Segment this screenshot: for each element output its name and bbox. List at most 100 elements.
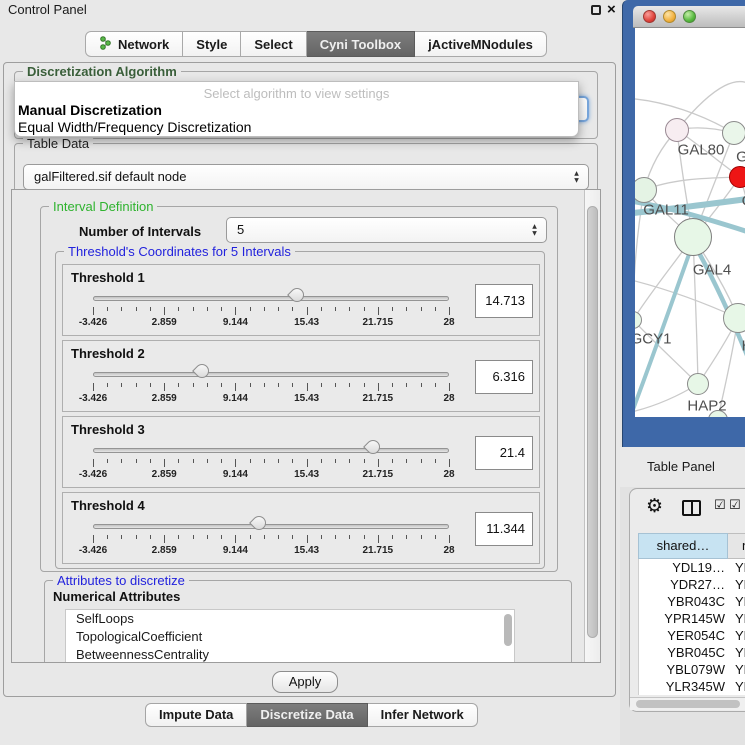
network-node[interactable] [729, 166, 745, 188]
tick-mark [193, 383, 194, 387]
checkbox-icon[interactable]: ☑ [714, 498, 726, 513]
tick-label: 2.859 [152, 317, 177, 328]
slider-thumb[interactable] [363, 437, 383, 457]
cell-shared-name: YBR043C [639, 593, 725, 610]
tick-mark [421, 535, 422, 539]
threshold-value-field[interactable]: 14.713 [475, 284, 533, 318]
minimize-traffic-light-icon[interactable] [663, 10, 676, 23]
tick-mark [378, 535, 379, 543]
tick-mark [221, 383, 222, 387]
tick-mark [207, 307, 208, 311]
tick-mark [136, 383, 137, 387]
table-row[interactable]: YER054CYER0 [639, 627, 745, 644]
columns-icon[interactable] [682, 500, 701, 516]
slider-thumb[interactable] [249, 513, 269, 533]
number-of-intervals-combo[interactable]: 5 ▲▼ [226, 217, 547, 243]
network-node[interactable] [665, 118, 689, 142]
table-row[interactable]: YDR27…YDR2 [639, 576, 745, 593]
bottom-tab-bar: Impute Data Discretize Data Infer Networ… [145, 703, 478, 727]
list-item[interactable]: TopologicalCoefficient [66, 628, 514, 646]
list-item[interactable]: SelfLoops [66, 610, 514, 628]
zoom-traffic-light-icon[interactable] [683, 10, 696, 23]
scrollbar-thumb[interactable] [587, 206, 598, 638]
control-panel-titlebar: Control Panel × [0, 0, 621, 20]
table-row[interactable]: YPR145WYPR1 [639, 610, 745, 627]
threshold-value-field[interactable]: 11.344 [475, 512, 533, 546]
tick-mark [406, 535, 407, 539]
tick-mark [107, 383, 108, 387]
float-window-icon[interactable] [591, 5, 601, 15]
tick-mark [136, 459, 137, 463]
node-label: C [742, 193, 745, 210]
tab-network[interactable]: Network [85, 31, 183, 57]
slider-track[interactable] [93, 296, 449, 301]
tab-impute-data[interactable]: Impute Data [145, 703, 247, 727]
table-panel-header: Table Panel [620, 447, 745, 487]
tick-mark [221, 307, 222, 311]
threshold-value-field[interactable]: 21.4 [475, 436, 533, 470]
tab-infer-network[interactable]: Infer Network [368, 703, 478, 727]
slider-ticks [93, 383, 449, 393]
table-row[interactable]: YLR345WYLR3 [639, 678, 745, 695]
close-icon[interactable]: × [607, 1, 616, 18]
column-header-shared-name[interactable]: shared… [638, 533, 728, 559]
table-row[interactable]: YBR045CYBR0 [639, 644, 745, 661]
network-node[interactable] [723, 303, 745, 333]
tick-mark [421, 459, 422, 463]
popup-item-equal-width-frequency[interactable]: Equal Width/Frequency Discretization [18, 119, 251, 135]
tick-mark [121, 535, 122, 539]
tick-mark [292, 383, 293, 387]
network-node[interactable] [722, 121, 745, 145]
checkbox-icon[interactable]: ☑ [729, 498, 741, 513]
settings-vertical-scrollbar[interactable] [584, 190, 600, 662]
tab-discretize-data[interactable]: Discretize Data [247, 703, 367, 727]
tick-label: 21.715 [363, 393, 394, 404]
slider-track[interactable] [93, 372, 449, 377]
tick-mark [164, 307, 165, 315]
table-rows: YDL19…YDL1YDR27…YDR2YBR043CYBR0YPR145WYP… [638, 559, 745, 695]
tick-label: 9.144 [223, 317, 248, 328]
tick-mark [107, 307, 108, 311]
network-node[interactable] [674, 218, 712, 256]
tab-select[interactable]: Select [241, 31, 306, 57]
node-label: H [742, 338, 745, 355]
close-traffic-light-icon[interactable] [643, 10, 656, 23]
threshold-value-field[interactable]: 6.316 [475, 360, 533, 394]
threshold-name: Threshold 2 [71, 346, 145, 361]
slider-thumb[interactable] [288, 285, 308, 305]
tick-mark [235, 459, 236, 467]
cell-name: YBL0 [735, 661, 745, 678]
tick-mark [278, 535, 279, 539]
table-row[interactable]: YBL079WYBL0 [639, 661, 745, 678]
list-item[interactable]: BetweennessCentrality [66, 646, 514, 663]
tab-jactivemnodules[interactable]: jActiveMNodules [415, 31, 547, 57]
table-horizontal-scrollbar[interactable] [630, 697, 745, 710]
table-data-combo[interactable]: galFiltered.sif default node ▲▼ [23, 164, 589, 190]
popup-item-manual-discretization[interactable]: Manual Discretization [18, 102, 162, 118]
tick-mark [178, 535, 179, 539]
tab-style[interactable]: Style [183, 31, 241, 57]
slider-track[interactable] [93, 524, 449, 529]
table-row[interactable]: YDL19…YDL1 [639, 559, 745, 576]
numerical-attributes-list[interactable]: SelfLoopsTopologicalCoefficientBetweenne… [65, 609, 515, 663]
table-row[interactable]: YBR043CYBR0 [639, 593, 745, 610]
tick-mark [449, 459, 450, 467]
tick-mark [364, 535, 365, 539]
gear-icon[interactable]: ⚙ [646, 495, 663, 517]
tick-mark [421, 383, 422, 387]
network-node[interactable] [687, 373, 709, 395]
tab-cyni-toolbox[interactable]: Cyni Toolbox [307, 31, 415, 57]
list-scrollbar[interactable] [504, 614, 512, 646]
apply-button[interactable]: Apply [272, 671, 338, 693]
scrollbar-thumb[interactable] [636, 700, 740, 708]
algorithm-dropdown-popup: Select algorithm to view settings Manual… [14, 81, 579, 137]
slider-track[interactable] [93, 448, 449, 453]
network-canvas[interactable]: GAL80GCGAL11GAL4GCY1HHAP2 [635, 28, 745, 417]
tick-mark [164, 535, 165, 543]
column-header-name[interactable]: na [728, 533, 745, 559]
tick-mark [250, 307, 251, 311]
tick-mark [364, 459, 365, 463]
tick-mark [435, 307, 436, 311]
slider-thumb[interactable] [192, 361, 212, 381]
cell-shared-name: YDL19… [639, 559, 725, 576]
